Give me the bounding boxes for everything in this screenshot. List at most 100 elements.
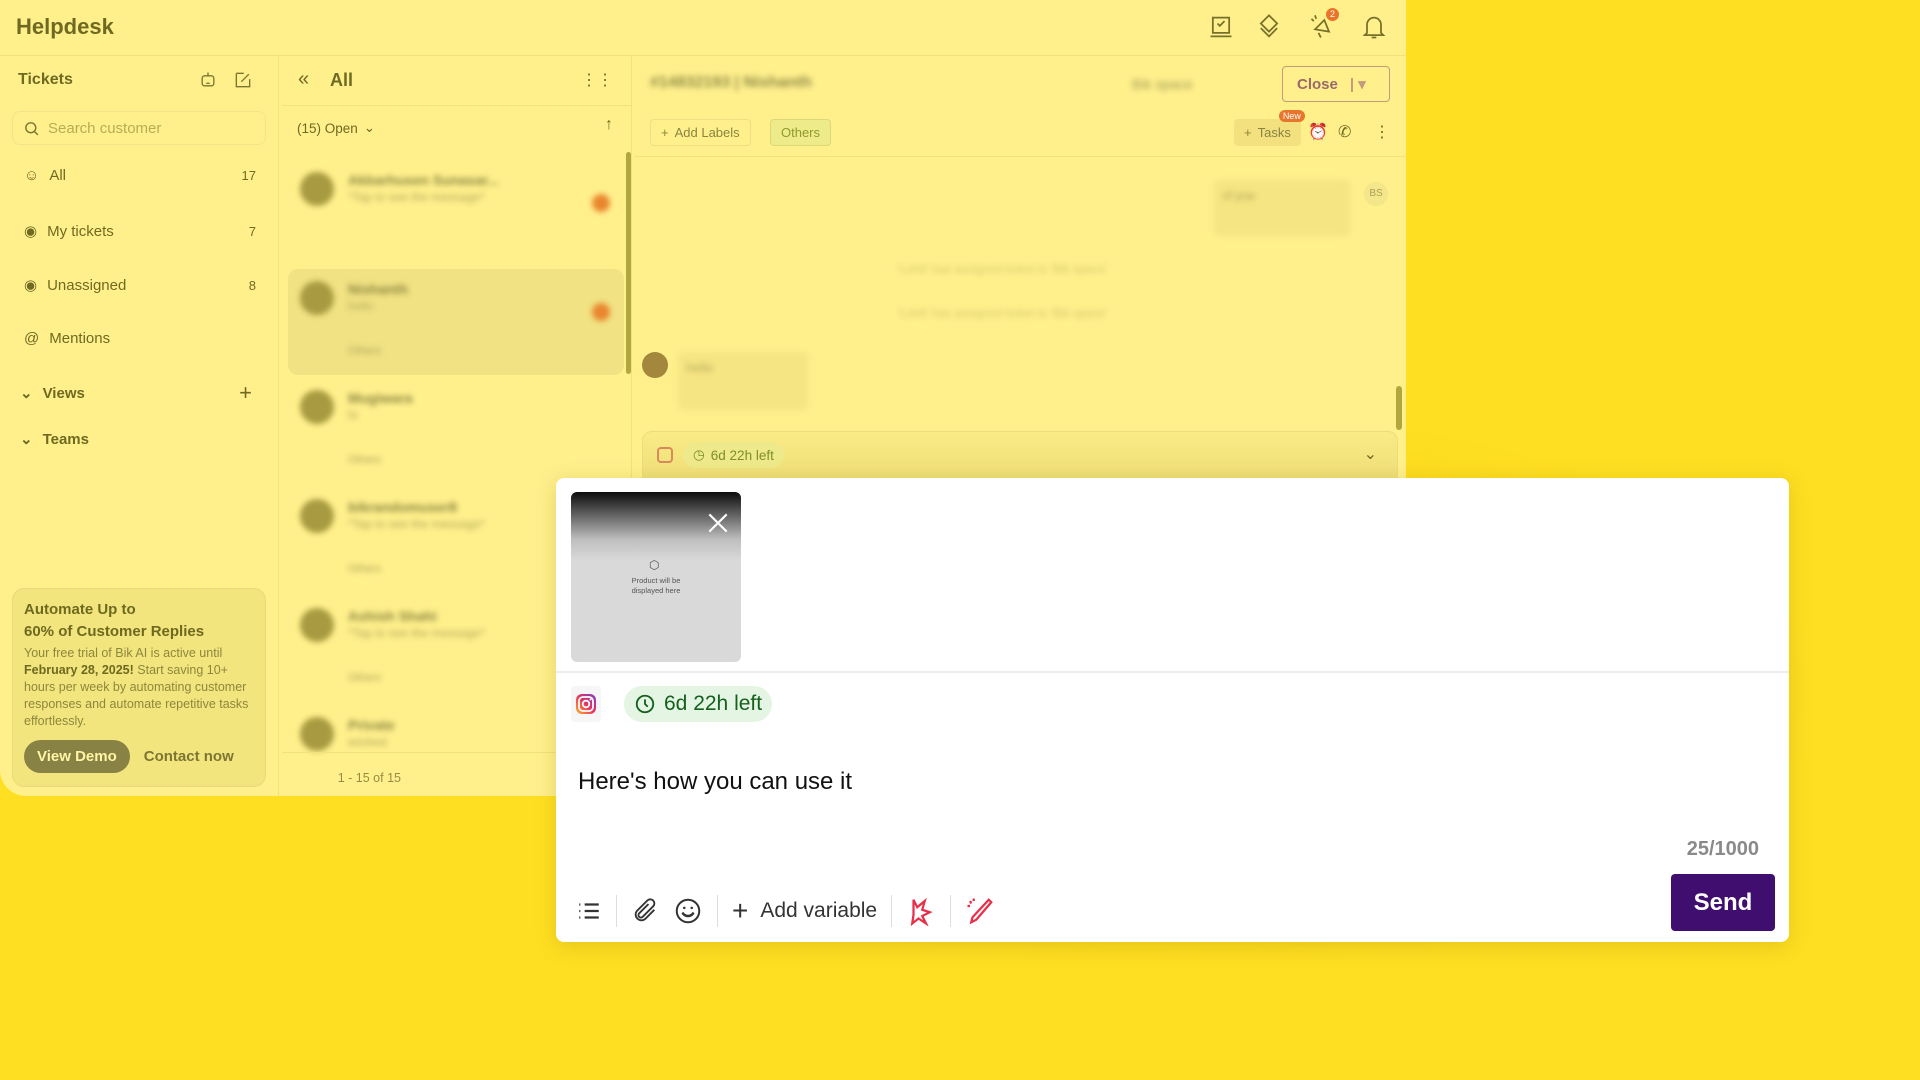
avatar [300,499,334,533]
avatar [300,281,334,315]
add-labels-button[interactable]: + Add Labels [650,119,751,146]
chevron-down-icon[interactable]: ⌄ [1364,444,1377,464]
views-label: Views [42,384,85,402]
pagination-text: 1 - 15 of 15 [337,771,401,785]
promo-title: Automate Up to [24,601,136,618]
nav-count: 8 [248,277,256,293]
sidebar-teams[interactable]: ⌄ Teams [20,430,252,449]
sidebar-item-my-tickets[interactable]: ◉ My tickets 7 [24,222,256,241]
unread-dot [592,194,610,212]
time-left-pill: 6d 22h left [624,686,773,722]
ai-magic-icon[interactable] [906,896,936,926]
sidebar-views[interactable]: ⌄ Views + [20,380,252,406]
teams-label: Teams [42,430,89,448]
ticket-preview: *Tap to see the message* [348,517,485,531]
layers-icon[interactable] [1255,13,1283,41]
paperclip-icon[interactable] [631,897,659,925]
nav-label: All [49,167,66,184]
add-tasks-button[interactable]: + Tasks New [1234,110,1305,146]
avatar [300,390,334,424]
close-icon[interactable] [705,510,731,536]
search-input[interactable]: Search customer [12,111,266,145]
announcement-button[interactable]: 2 [1308,8,1339,41]
chevron-down-icon: ⌄ [20,431,33,448]
contact-now-link[interactable]: Contact now [144,748,234,765]
sidebar-item-mentions[interactable]: @ Mentions [24,330,256,347]
status-filter-dropdown[interactable]: (15) Open ⌄ [297,120,375,136]
list-scrollbar[interactable] [626,152,631,374]
system-message: 'Lohit' has assigned ticket to 'Bik spac… [898,262,1108,276]
search-placeholder: Search customer [48,119,162,137]
compose-icon[interactable] [233,70,253,90]
nav-label: My tickets [47,222,114,240]
divider [556,671,1789,673]
ticket-preview: hello [348,299,374,313]
package-icon: ⬡ [649,558,660,572]
promo-text: Your free trial of Bik AI is active unti… [24,645,254,730]
clock-icon: ◷ [693,447,705,462]
list-title: All [330,70,354,90]
emoji-icon[interactable] [673,896,703,926]
avatar [300,608,334,642]
nav-label: Unassigned [47,276,127,294]
bell-icon[interactable] [1360,13,1388,41]
add-variable-button[interactable]: + Add variable [732,895,877,927]
ticket-name: bikrandomuser8 [348,499,457,515]
chat-scrollbar[interactable] [1396,386,1402,430]
plus-icon: + [661,125,669,140]
add-labels-label: Add Labels [674,125,740,140]
sidebar-title: Tickets [18,71,73,88]
ticket-name: Private [348,717,395,733]
nav-count: 7 [248,223,256,239]
avatar [300,717,334,751]
reply-bar-background: ◷ 6d 22h left ⌄ [642,431,1398,479]
collapse-icon[interactable]: « [298,68,309,91]
bot-icon[interactable] [198,70,218,90]
user-unassigned-icon: ◉ [24,277,38,294]
chevron-down-icon: ⌄ [363,120,376,135]
clock-icon [635,694,655,714]
character-counter: 25/1000 [1686,838,1759,860]
close-ticket-button[interactable]: Close | ▾ [1282,66,1390,102]
sidebar-item-all[interactable]: ☺ All 17 [24,167,256,184]
phone-icon[interactable]: ✆ [1338,122,1351,142]
inbox-check-icon[interactable] [1207,13,1235,41]
assignee-dropdown[interactable]: Bik space [1132,76,1193,92]
instagram-icon [657,447,673,463]
user-circle-icon: ◉ [24,223,38,240]
message-input[interactable]: Here's how you can use it [578,768,852,796]
ticket-tag: Others [348,454,382,466]
add-variable-label: Add variable [760,899,878,922]
ai-pen-icon[interactable] [965,896,995,926]
ticket-preview: *Tap to see the message* [348,190,485,204]
label-chip[interactable]: Others [770,119,832,146]
product-placeholder-2: displayed here [631,586,681,595]
ticket-tag: Others [348,345,382,357]
ticket-list-item[interactable]: Nishanth hello Others [288,269,624,375]
add-view-icon[interactable]: + [239,380,252,406]
sidebar: Tickets Search customer ☺ All 17 ◉ My ticke… [0,56,279,796]
ticket-name: Nishanth [348,281,408,297]
ticket-tag: Others [348,563,382,575]
nav-label: Mentions [49,330,111,347]
time-left-pill: ◷ 6d 22h left [683,442,784,468]
list-icon[interactable] [576,898,602,924]
system-message: 'Lohit' has assigned ticket to 'Bik spac… [898,306,1108,320]
new-badge: New [1278,110,1305,122]
promo-text-1: Your free trial of Bik AI is active unti… [24,646,223,660]
sidebar-item-unassigned[interactable]: ◉ Unassigned 8 [24,276,256,295]
at-icon: @ [24,330,40,347]
caret-down-icon[interactable]: | ▾ [1350,75,1366,93]
sort-arrow-up-icon[interactable]: ↑ [605,116,613,134]
view-demo-button[interactable]: View Demo [24,740,130,773]
top-header: Helpdesk 2 [0,0,1406,56]
filter-sliders-icon[interactable]: ⋮⋮ [581,70,613,90]
product-attachment: ⬡ Product will be displayed here [571,492,741,662]
time-left-text: 6d 22h left [664,692,763,715]
nav-count: 17 [241,168,256,183]
ticket-list-item[interactable]: Akbarhusen Sunasar... *Tap to see the mes… [288,160,624,266]
send-button[interactable]: Send [1671,874,1775,931]
ticket-list-item[interactable]: Mugiwara hi Others [288,378,624,484]
alarm-clock-icon[interactable]: ⏰ [1308,122,1328,142]
more-vertical-icon[interactable]: ⋮ [1374,122,1390,142]
